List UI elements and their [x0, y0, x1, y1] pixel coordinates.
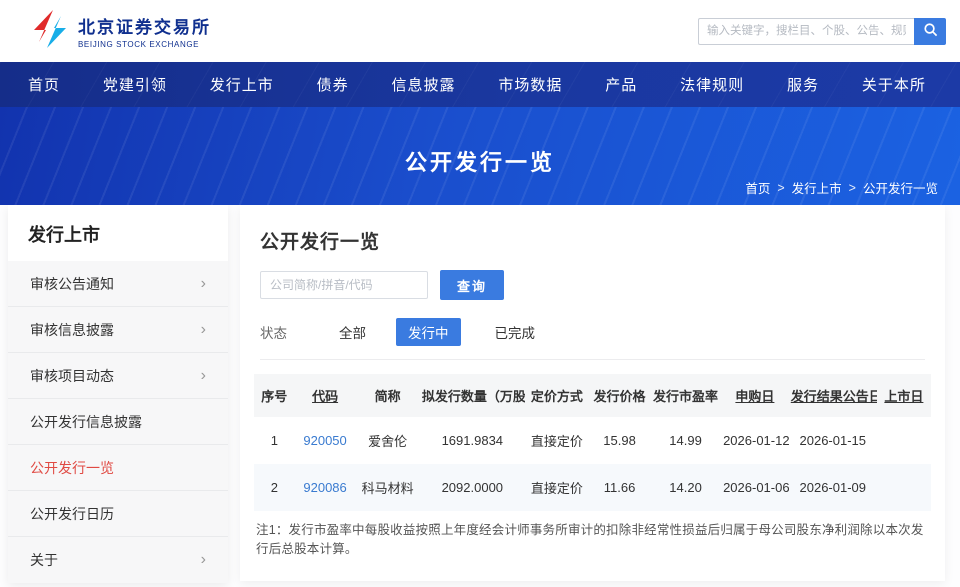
nav-item-about[interactable]: 关于本所 [856, 62, 932, 107]
table-row: 1 920050 爱舍伦 1691.9834 直接定价 15.98 14.99 … [254, 417, 931, 464]
cell-apply-date: 2026-01-06 [723, 480, 789, 495]
cell-apply-date: 2026-01-12 [723, 433, 789, 448]
chevron-right-icon: › [200, 551, 206, 568]
sidebar-title: 发行上市 [8, 205, 228, 261]
cell-price: 15.98 [603, 433, 636, 448]
col-header-result-date[interactable]: 发行结果公告日 [788, 374, 877, 417]
col-header-seq: 序号 [254, 374, 295, 417]
status-filter: 状态 全部 发行中 已完成 [260, 318, 925, 360]
nav-item-listing[interactable]: 发行上市 [204, 62, 280, 107]
content-area: 发行上市 审核公告通知 › 审核信息披露 › 审核项目动态 › 公开发行信息披露… [0, 205, 960, 583]
nav-item-products[interactable]: 产品 [599, 62, 643, 107]
cell-pe: 14.20 [669, 480, 702, 495]
site-search-button[interactable] [914, 17, 946, 45]
sidebar-item-audit-progress[interactable]: 审核项目动态 › [8, 353, 228, 399]
sidebar-item-audit-disclosure[interactable]: 审核信息披露 › [8, 307, 228, 353]
col-header-quantity: 拟发行数量（万股） [419, 374, 525, 417]
col-header-name: 简称 [355, 374, 420, 417]
cell-seq: 2 [270, 480, 278, 495]
table-header-row: 序号 代码 简称 拟发行数量（万股） 定价方式 发行价格 发行市盈率 申购日 发… [254, 374, 931, 417]
sidebar-item-offering-list[interactable]: 公开发行一览 [8, 445, 228, 491]
cell-pricing: 直接定价 [530, 481, 583, 496]
site-search [698, 17, 946, 45]
bse-logo[interactable]: 北京证券交易所 BEIJING STOCK EXCHANGE [30, 9, 211, 54]
main-panel: 公开发行一览 查询 状态 全部 发行中 已完成 序号 代码 简称 拟发行数量 [240, 205, 945, 581]
top-header: 北京证券交易所 BEIJING STOCK EXCHANGE [0, 0, 960, 62]
cell-result-date: 2026-01-09 [799, 480, 867, 495]
logo-title: 北京证券交易所 [78, 18, 211, 37]
nav-item-home[interactable]: 首页 [22, 62, 66, 107]
breadcrumb-separator: > [848, 180, 856, 195]
sidebar-item-offering-calendar[interactable]: 公开发行日历 [8, 491, 228, 537]
cell-name: 科马材料 [361, 481, 414, 496]
main-nav: 首页 党建引领 发行上市 债券 信息披露 市场数据 产品 法律规则 服务 关于本… [0, 62, 960, 107]
nav-item-rules[interactable]: 法律规则 [674, 62, 750, 107]
footnote: 注1：发行市盈率中每股收益按照上年度经会计师事务所审计的扣除非经常性损益后归属于… [256, 523, 924, 556]
cell-seq: 1 [270, 433, 278, 448]
sidebar-item-label: 公开发行日历 [30, 505, 114, 522]
page-banner: 公开发行一览 首页 > 发行上市 > 公开发行一览 [0, 107, 960, 205]
col-header-pe: 发行市盈率 [650, 374, 722, 417]
nav-item-disclosure[interactable]: 信息披露 [386, 62, 462, 107]
filter-option-completed[interactable]: 已完成 [487, 318, 544, 346]
site-search-input[interactable] [698, 17, 914, 45]
sidebar-item-offering-disclosure[interactable]: 公开发行信息披露 [8, 399, 228, 445]
sidebar: 发行上市 审核公告通知 › 审核信息披露 › 审核项目动态 › 公开发行信息披露… [8, 205, 228, 583]
breadcrumb-listing[interactable]: 发行上市 [792, 178, 842, 197]
bse-logo-text: 北京证券交易所 BEIJING STOCK EXCHANGE [78, 13, 211, 49]
col-header-apply-date[interactable]: 申购日 [721, 374, 789, 417]
query-row: 查询 [260, 270, 925, 300]
filter-option-all[interactable]: 全部 [331, 318, 374, 346]
col-header-price: 发行价格 [589, 374, 650, 417]
nav-item-party[interactable]: 党建引领 [97, 62, 173, 107]
breadcrumb-current: 公开发行一览 [862, 182, 938, 196]
breadcrumb-separator: > [777, 180, 785, 195]
breadcrumb: 首页 > 发行上市 > 公开发行一览 [745, 178, 938, 197]
cell-quantity: 1691.9834 [441, 433, 504, 448]
cell-name: 爱舍伦 [368, 434, 408, 449]
cell-price: 11.66 [603, 480, 636, 495]
breadcrumb-home[interactable]: 首页 [745, 178, 770, 197]
cell-list-date [877, 417, 931, 464]
cell-quantity: 2092.0000 [441, 480, 504, 495]
stock-code-link[interactable]: 920086 [303, 480, 346, 495]
page-title: 公开发行一览 [260, 232, 381, 253]
nav-item-services[interactable]: 服务 [781, 62, 825, 107]
cell-pe: 14.99 [669, 433, 702, 448]
chevron-right-icon: › [200, 320, 206, 338]
sidebar-item-label: 关于 [30, 552, 58, 568]
cell-list-date [877, 464, 931, 511]
company-search-input[interactable] [260, 271, 428, 299]
cell-pricing: 直接定价 [530, 434, 583, 449]
offerings-table: 序号 代码 简称 拟发行数量（万股） 定价方式 发行价格 发行市盈率 申购日 发… [254, 374, 931, 511]
nav-item-market-data[interactable]: 市场数据 [492, 62, 568, 107]
banner-title: 公开发行一览 [404, 150, 555, 175]
logo-subtitle: BEIJING STOCK EXCHANGE [78, 40, 200, 49]
chevron-right-icon: › [200, 366, 206, 384]
sidebar-item-about[interactable]: 关于 › [8, 537, 228, 583]
table-row: 2 920086 科马材料 2092.0000 直接定价 11.66 14.20… [254, 464, 931, 511]
nav-item-bonds[interactable]: 债券 [311, 62, 355, 107]
stock-code-link[interactable]: 920050 [303, 433, 346, 448]
query-button[interactable]: 查询 [440, 270, 504, 300]
sidebar-item-label: 审核项目动态 [30, 367, 114, 384]
sidebar-items: 审核公告通知 › 审核信息披露 › 审核项目动态 › 公开发行信息披露 公开发行… [8, 261, 228, 583]
bse-logo-icon [30, 9, 70, 54]
sidebar-item-audit-notices[interactable]: 审核公告通知 › [8, 261, 228, 307]
sidebar-item-label: 公开发行信息披露 [30, 413, 142, 430]
col-header-list-date[interactable]: 上市日 [876, 374, 931, 417]
sidebar-item-label: 审核信息披露 [30, 321, 114, 338]
search-icon [923, 22, 938, 40]
chevron-right-icon: › [200, 274, 206, 292]
sidebar-item-label: 审核公告通知 [30, 275, 114, 292]
col-header-code[interactable]: 代码 [294, 374, 356, 417]
cell-result-date: 2026-01-15 [799, 433, 867, 448]
col-header-pricing: 定价方式 [524, 374, 590, 417]
sidebar-item-label: 公开发行一览 [30, 459, 114, 476]
filter-option-issuing[interactable]: 发行中 [396, 318, 461, 346]
status-filter-label: 状态 [260, 326, 287, 341]
